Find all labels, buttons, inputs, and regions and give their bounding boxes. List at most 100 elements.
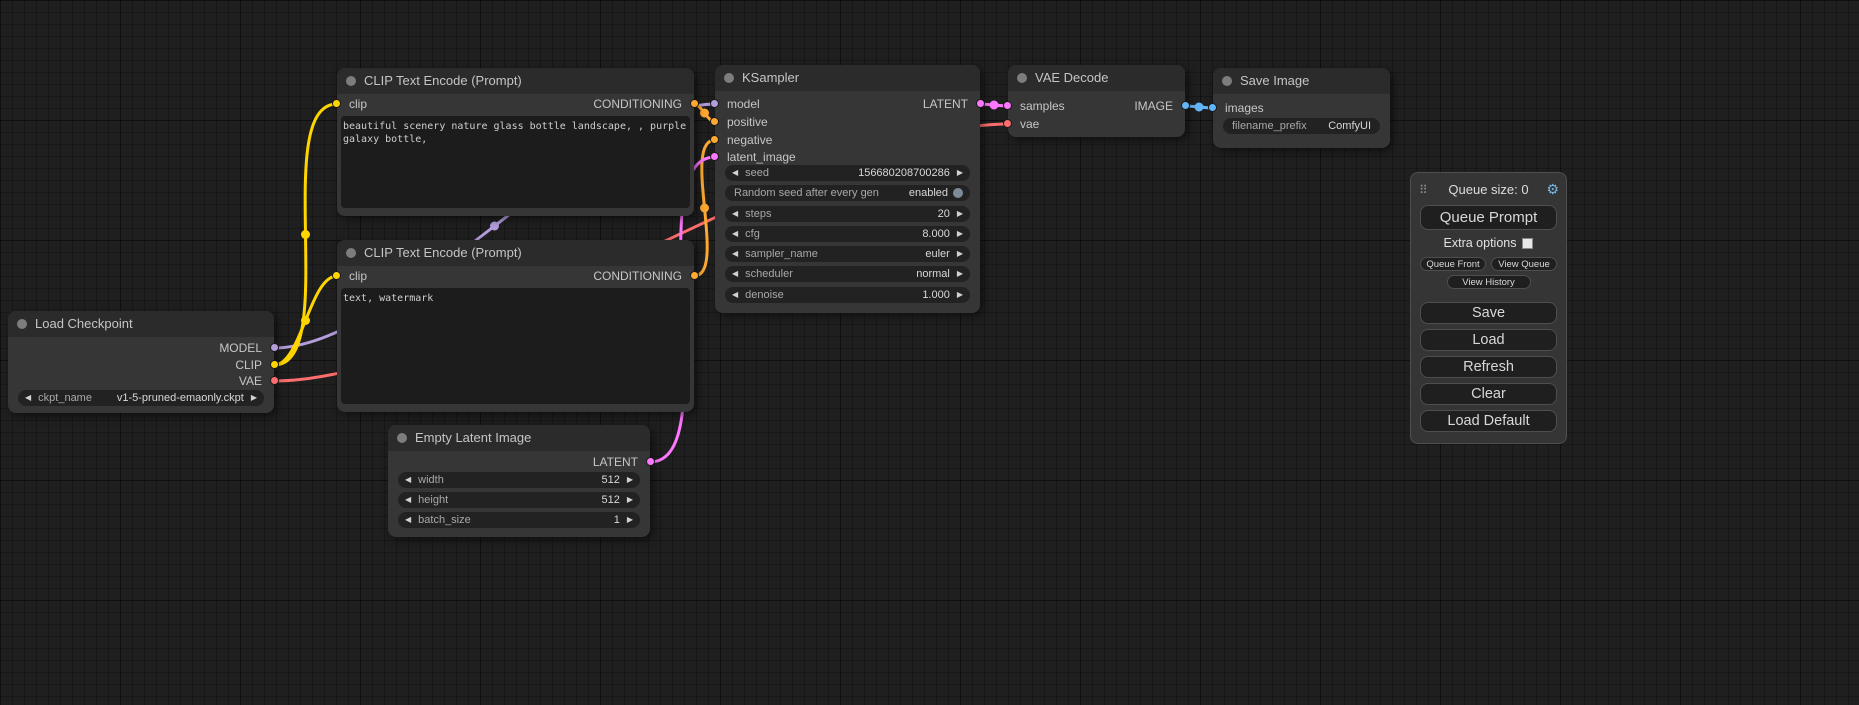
collapse-dot-icon[interactable] [724,73,734,83]
widget-filename-prefix[interactable]: filename_prefix ComfyUI [1223,118,1380,134]
load-default-button[interactable]: Load Default [1420,410,1557,432]
widget-name: Random seed after every gen [734,187,879,199]
input-slot-positive: positive [715,114,980,130]
widget-denoise[interactable]: ◀ denoise 1.000 ▶ [725,287,970,303]
node-title-label: CLIP Text Encode (Prompt) [364,245,522,260]
widget-height[interactable]: ◀ height 512 ▶ [398,492,640,508]
toggle-knob-icon[interactable] [953,188,963,198]
decrement-arrow-icon[interactable]: ◀ [732,287,738,303]
node-title-bar[interactable]: CLIP Text Encode (Prompt) [337,68,694,94]
widget-sampler-name[interactable]: ◀ sampler_name euler ▶ [725,246,970,262]
model-output-dot[interactable] [270,343,279,352]
output-slot-conditioning: CONDITIONING [337,268,694,284]
widget-scheduler[interactable]: ◀ scheduler normal ▶ [725,266,970,282]
node-clip-text-encode-positive[interactable]: CLIP Text Encode (Prompt) clip CONDITION… [337,68,694,216]
vae-input-dot[interactable] [1003,119,1012,128]
negative-input-dot[interactable] [710,135,719,144]
collapse-dot-icon[interactable] [346,248,356,258]
extra-options-checkbox[interactable] [1522,238,1533,249]
widget-cfg[interactable]: ◀ cfg 8.000 ▶ [725,226,970,242]
images-input-dot[interactable] [1208,103,1217,112]
decrement-arrow-icon[interactable]: ◀ [732,266,738,282]
refresh-button[interactable]: Refresh [1420,356,1557,378]
queue-prompt-button[interactable]: Queue Prompt [1420,205,1557,230]
menu-header: ⠿ Queue size: 0 ⚙ [1420,180,1557,200]
node-empty-latent-image[interactable]: Empty Latent Image LATENT ◀ width 512 ▶ … [388,425,650,537]
widget-ckpt-name[interactable]: ◀ ckpt_name v1-5-pruned-emaonly.ckpt ▶ [18,390,264,406]
widget-random-seed-toggle[interactable]: Random seed after every gen enabled [725,185,970,201]
latent-output-dot[interactable] [646,457,655,466]
increment-arrow-icon[interactable]: ▶ [957,226,963,242]
output-slot-vae: VAE [8,373,274,389]
node-ksampler[interactable]: KSampler model LATENT positive negative … [715,65,980,313]
output-slot-clip: CLIP [8,357,274,373]
widget-batch-size[interactable]: ◀ batch_size 1 ▶ [398,512,640,528]
decrement-arrow-icon[interactable]: ◀ [732,226,738,242]
widget-width[interactable]: ◀ width 512 ▶ [398,472,640,488]
queue-front-button[interactable]: Queue Front [1420,257,1486,271]
increment-arrow-icon[interactable]: ▶ [627,492,633,508]
slot-label: positive [715,115,768,129]
node-title-bar[interactable]: KSampler [715,65,980,91]
decrement-arrow-icon[interactable]: ◀ [405,472,411,488]
collapse-dot-icon[interactable] [1222,76,1232,86]
node-title-bar[interactable]: Load Checkpoint [8,311,274,337]
save-button[interactable]: Save [1420,302,1557,324]
increment-arrow-icon[interactable]: ▶ [957,246,963,262]
samples-link-midpoint-dot [990,101,999,110]
widget-value: euler [925,248,949,260]
view-history-button[interactable]: View History [1447,275,1531,289]
image-output-dot[interactable] [1181,101,1190,110]
prompt-textarea[interactable]: beautiful scenery nature glass bottle la… [341,116,690,208]
conditioning-output-dot[interactable] [690,99,699,108]
node-load-checkpoint[interactable]: Load Checkpoint MODEL CLIP VAE ◀ ckpt_na… [8,311,274,413]
clip-output-dot[interactable] [270,360,279,369]
widget-name: cfg [745,228,760,240]
increment-arrow-icon[interactable]: ▶ [251,390,257,406]
widget-seed[interactable]: ◀ seed 156680208700286 ▶ [725,165,970,181]
prompt-textarea[interactable]: text, watermark [341,288,690,404]
decrement-arrow-icon[interactable]: ◀ [405,512,411,528]
node-graph-canvas[interactable]: Load Checkpoint MODEL CLIP VAE ◀ ckpt_na… [0,0,1859,705]
settings-gear-icon[interactable]: ⚙ [1546,179,1559,199]
increment-arrow-icon[interactable]: ▶ [957,266,963,282]
node-title-label: Empty Latent Image [415,430,531,445]
latent-output-dot[interactable] [976,99,985,108]
node-title-bar[interactable]: VAE Decode [1008,65,1185,91]
collapse-dot-icon[interactable] [397,433,407,443]
decrement-arrow-icon[interactable]: ◀ [732,165,738,181]
node-title-bar[interactable]: Save Image [1213,68,1390,94]
drag-handle-icon[interactable]: ⠿ [1419,180,1428,200]
decrement-arrow-icon[interactable]: ◀ [405,492,411,508]
latent-image-input-dot[interactable] [710,152,719,161]
widget-steps[interactable]: ◀ steps 20 ▶ [725,206,970,222]
collapse-dot-icon[interactable] [17,319,27,329]
node-vae-decode[interactable]: VAE Decode samples IMAGE vae [1008,65,1185,137]
view-queue-button[interactable]: View Queue [1491,257,1557,271]
increment-arrow-icon[interactable]: ▶ [627,512,633,528]
slot-label: IMAGE [1134,99,1185,113]
clear-button[interactable]: Clear [1420,383,1557,405]
vae-output-dot[interactable] [270,376,279,385]
widget-name: seed [745,167,769,179]
collapse-dot-icon[interactable] [1017,73,1027,83]
decrement-arrow-icon[interactable]: ◀ [25,390,31,406]
widget-value: v1-5-pruned-emaonly.ckpt [117,392,244,404]
node-title-bar[interactable]: CLIP Text Encode (Prompt) [337,240,694,266]
decrement-arrow-icon[interactable]: ◀ [732,206,738,222]
node-title-label: KSampler [742,70,799,85]
positive-input-dot[interactable] [710,117,719,126]
increment-arrow-icon[interactable]: ▶ [957,206,963,222]
conditioning-output-dot[interactable] [690,271,699,280]
slot-label: LATENT [593,455,650,469]
load-button[interactable]: Load [1420,329,1557,351]
increment-arrow-icon[interactable]: ▶ [627,472,633,488]
output-slot-latent: LATENT [715,96,980,112]
collapse-dot-icon[interactable] [346,76,356,86]
node-clip-text-encode-negative[interactable]: CLIP Text Encode (Prompt) clip CONDITION… [337,240,694,412]
decrement-arrow-icon[interactable]: ◀ [732,246,738,262]
node-title-bar[interactable]: Empty Latent Image [388,425,650,451]
node-save-image[interactable]: Save Image images filename_prefix ComfyU… [1213,68,1390,148]
increment-arrow-icon[interactable]: ▶ [957,165,963,181]
increment-arrow-icon[interactable]: ▶ [957,287,963,303]
